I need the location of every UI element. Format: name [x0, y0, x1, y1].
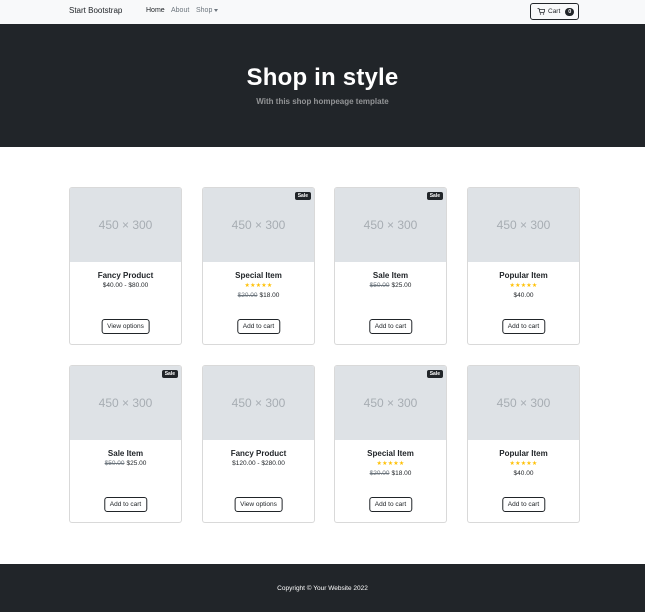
nav-link-home[interactable]: Home: [146, 7, 165, 14]
product-price: $25.00: [126, 460, 147, 467]
add-to-cart-button[interactable]: Add to cart: [368, 497, 413, 512]
rating-stars-icon: ★★★★★: [509, 283, 538, 289]
add-to-cart-button[interactable]: Add to cart: [103, 497, 148, 512]
product-card: 450 × 300 Sale Special Item ★★★★★ $20.00…: [202, 187, 315, 345]
navbar: Start Bootstrap Home About Shop Cart 0: [0, 0, 645, 24]
product-price: $40.00: [513, 292, 534, 299]
rating-stars-icon: ★★★★★: [376, 461, 405, 467]
rating-stars-icon: ★★★★★: [244, 283, 273, 289]
product-name: Special Item: [367, 449, 414, 458]
product-name: Popular Item: [499, 449, 548, 458]
product-price: $40.00: [513, 470, 534, 477]
product-image-placeholder: 450 × 300: [468, 366, 579, 440]
product-card: 450 × 300 Fancy Product $40.00 - $80.00 …: [69, 187, 182, 345]
chevron-down-icon: [214, 8, 219, 12]
nav-dropdown-shop[interactable]: Shop: [196, 7, 219, 14]
product-price: $18.00: [391, 470, 412, 477]
product-image-placeholder: 450 × 300: [70, 188, 181, 262]
product-card: 450 × 300 Fancy Product $120.00 - $280.0…: [202, 365, 315, 523]
sale-badge: Sale: [426, 192, 443, 200]
add-to-cart-button[interactable]: Add to cart: [368, 319, 413, 334]
nav-dropdown-shop-label: Shop: [196, 7, 213, 14]
view-options-button[interactable]: View options: [101, 319, 150, 334]
add-to-cart-button[interactable]: Add to cart: [501, 497, 546, 512]
product-name: Fancy Product: [97, 271, 154, 280]
product-price: $40.00 - $80.00: [102, 282, 149, 289]
footer: Copyright © Your Website 2022: [0, 564, 645, 612]
product-price: $25.00: [391, 282, 412, 289]
nav-link-about[interactable]: About: [171, 7, 189, 14]
product-old-price: $20.00: [369, 470, 390, 477]
cart-count-badge: 0: [565, 7, 575, 16]
product-image-placeholder: 450 × 300: [468, 188, 579, 262]
product-image-placeholder: 450 × 300: [203, 366, 314, 440]
product-card: 450 × 300 Popular Item ★★★★★ $40.00 Add …: [467, 365, 580, 523]
hero-subtitle: With this shop hompeage template: [256, 97, 389, 106]
product-price: $120.00 - $280.00: [232, 460, 285, 467]
add-to-cart-button[interactable]: Add to cart: [236, 319, 281, 334]
sale-badge: Sale: [294, 192, 311, 200]
product-card: 450 × 300 Sale Sale Item $50.00 $25.00 Ad…: [334, 187, 447, 345]
product-old-price: $50.00: [104, 460, 125, 467]
cart-button[interactable]: Cart 0: [530, 3, 579, 20]
cart-label: Cart: [548, 8, 561, 15]
product-card: 450 × 300 Sale Special Item ★★★★★ $20.00…: [334, 365, 447, 523]
add-to-cart-button[interactable]: Add to cart: [501, 319, 546, 334]
product-old-price: $20.00: [237, 292, 258, 299]
navbar-brand[interactable]: Start Bootstrap: [69, 6, 122, 15]
product-name: Popular Item: [499, 271, 548, 280]
product-name: Sale Item: [372, 271, 409, 280]
hero-title: Shop in style: [246, 64, 399, 91]
product-name: Special Item: [235, 271, 282, 280]
view-options-button[interactable]: View options: [234, 497, 283, 512]
product-card: 450 × 300 Sale Sale Item $50.00 $25.00 Ad…: [69, 365, 182, 523]
rating-stars-icon: ★★★★★: [509, 461, 538, 467]
product-price: $18.00: [259, 292, 280, 299]
hero-header: Shop in style With this shop hompeage te…: [0, 24, 645, 147]
sale-badge: Sale: [161, 370, 178, 378]
footer-copyright: Copyright © Your Website 2022: [277, 585, 368, 592]
product-old-price: $50.00: [369, 282, 390, 289]
sale-badge: Sale: [426, 370, 443, 378]
product-name: Fancy Product: [230, 449, 287, 458]
cart-icon: [537, 8, 545, 15]
product-name: Sale Item: [107, 449, 144, 458]
product-card: 450 × 300 Popular Item ★★★★★ $40.00 Add …: [467, 187, 580, 345]
